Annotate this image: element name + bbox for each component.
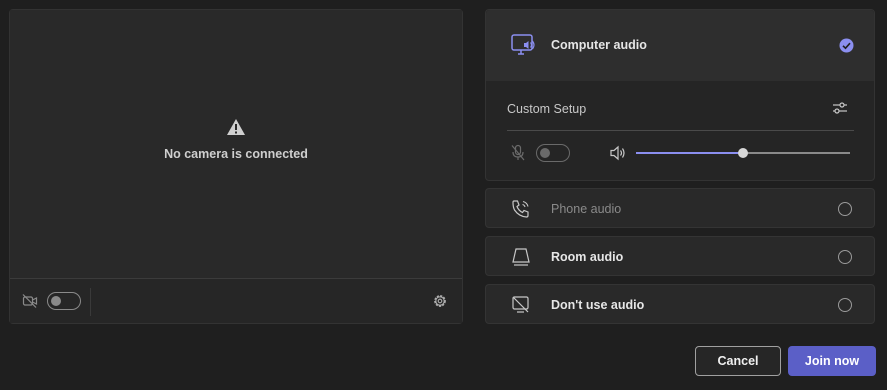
computer-audio-label: Computer audio bbox=[551, 38, 647, 52]
monitor-speaker-icon bbox=[511, 34, 535, 55]
phone-audio-label: Phone audio bbox=[551, 202, 622, 216]
phone-audio-radio[interactable] bbox=[838, 202, 852, 216]
warning-triangle-icon bbox=[227, 119, 245, 135]
no-audio-label: Don't use audio bbox=[551, 298, 645, 312]
toggle-knob bbox=[51, 296, 61, 306]
phone-audio-option[interactable]: Phone audio bbox=[485, 188, 875, 228]
no-audio-icon bbox=[512, 296, 529, 313]
computer-audio-option[interactable]: Computer audio Custom Setup bbox=[485, 9, 875, 181]
camera-preview: No camera is connected bbox=[10, 10, 462, 278]
mic-toggle[interactable] bbox=[536, 144, 570, 162]
camera-panel: No camera is connected bbox=[9, 9, 463, 324]
check-circle-icon bbox=[839, 38, 854, 53]
camera-toolbar bbox=[10, 278, 462, 323]
camera-off-icon bbox=[22, 294, 38, 308]
no-audio-radio[interactable] bbox=[838, 298, 852, 312]
no-audio-option[interactable]: Don't use audio bbox=[485, 284, 875, 324]
custom-setup-divider bbox=[507, 130, 854, 131]
volume-slider-fill bbox=[636, 152, 743, 154]
speaker-icon bbox=[610, 145, 625, 161]
volume-slider-thumb[interactable] bbox=[738, 148, 748, 158]
room-audio-radio[interactable] bbox=[838, 250, 852, 264]
room-audio-option[interactable]: Room audio bbox=[485, 236, 875, 276]
no-camera-message: No camera is connected bbox=[10, 118, 462, 161]
phone-icon bbox=[512, 200, 529, 218]
join-now-button[interactable]: Join now bbox=[788, 346, 876, 376]
room-device-icon bbox=[512, 248, 530, 266]
cancel-button[interactable]: Cancel bbox=[695, 346, 781, 376]
no-camera-text: No camera is connected bbox=[164, 147, 308, 161]
custom-setup-label: Custom Setup bbox=[507, 102, 587, 116]
computer-audio-header[interactable]: Computer audio bbox=[486, 10, 874, 81]
toolbar-divider bbox=[90, 288, 91, 316]
sliders-icon[interactable] bbox=[832, 100, 848, 116]
mic-off-icon bbox=[511, 144, 525, 161]
gear-icon[interactable] bbox=[432, 293, 448, 309]
room-audio-label: Room audio bbox=[551, 250, 624, 264]
camera-toggle[interactable] bbox=[47, 292, 81, 310]
toggle-knob bbox=[540, 148, 550, 158]
